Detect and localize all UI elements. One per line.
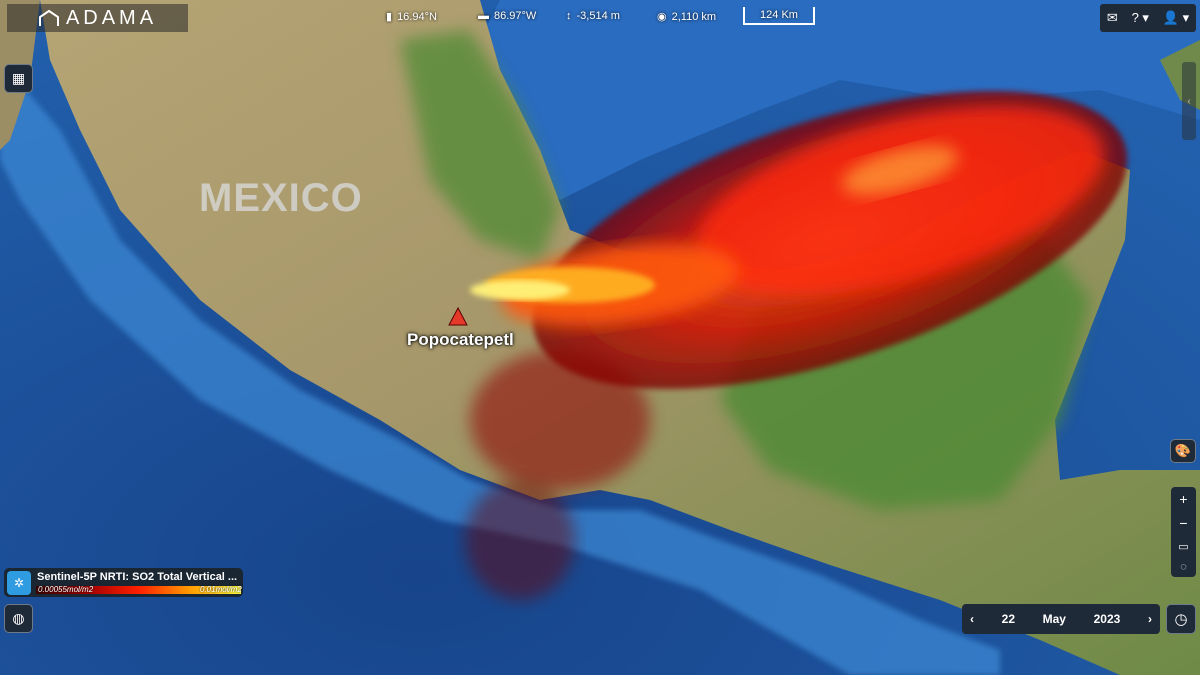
- scale-bar: 124 Km: [743, 7, 815, 25]
- elevation-icon: ↕: [566, 10, 572, 22]
- layer-max-value: 0.01mol/m2: [200, 585, 242, 594]
- altitude-readout: ◉ 2,110 km: [657, 10, 717, 24]
- app-logo[interactable]: ADAMA: [7, 4, 188, 32]
- zoom-controls: + − ▭ ◌: [1171, 487, 1196, 577]
- palette-icon[interactable]: 🎨: [1170, 439, 1196, 463]
- location-icon: ▮: [386, 11, 393, 23]
- previous-date-button[interactable]: ‹: [970, 612, 974, 626]
- globe-icon[interactable]: ◍: [4, 604, 33, 633]
- account-toolbar: ✉ ? ▾ 👤 ▾: [1100, 4, 1196, 32]
- logo-mark-icon: [38, 9, 59, 26]
- layer-min-value: 0.00055mol/m2: [38, 585, 94, 594]
- date-selector: ‹ 22 May 2023 ›: [962, 604, 1160, 634]
- clock-icon[interactable]: ◷: [1166, 604, 1196, 634]
- layer-title: Sentinel-5P NRTI: SO2 Total Vertical ...: [37, 571, 238, 583]
- logo-text: ADAMA: [65, 6, 158, 29]
- eye-icon: ◉: [657, 11, 667, 23]
- latitude-readout: ▮ 16.94°N: [386, 10, 437, 24]
- longitude-readout: ▬ 86.97°W: [478, 10, 537, 22]
- volcano-label: Popocatepetl: [407, 330, 514, 349]
- help-icon[interactable]: ? ▾: [1132, 10, 1149, 26]
- longitude-icon: ▬: [478, 10, 489, 22]
- rotate-icon[interactable]: ◌: [1180, 561, 1187, 573]
- elevation-readout: ↕ -3,514 m: [566, 10, 620, 22]
- date-year[interactable]: 2023: [1094, 612, 1121, 626]
- layer-legend[interactable]: ✲ Sentinel-5P NRTI: SO2 Total Vertical .…: [4, 568, 243, 597]
- map-layers-icon[interactable]: ▦: [4, 64, 33, 93]
- satellite-icon: ✲: [7, 571, 31, 595]
- zoom-in-button[interactable]: +: [1179, 491, 1187, 507]
- zoom-out-button[interactable]: −: [1179, 515, 1187, 531]
- date-day[interactable]: 22: [1002, 612, 1015, 626]
- user-icon[interactable]: 👤 ▾: [1163, 10, 1189, 26]
- mail-icon[interactable]: ✉: [1107, 10, 1118, 26]
- country-label: MEXICO: [199, 176, 363, 220]
- vr-icon[interactable]: ▭: [1178, 540, 1188, 553]
- side-panel-handle[interactable]: ‹: [1182, 62, 1196, 140]
- next-date-button[interactable]: ›: [1148, 612, 1152, 626]
- date-month[interactable]: May: [1043, 612, 1066, 626]
